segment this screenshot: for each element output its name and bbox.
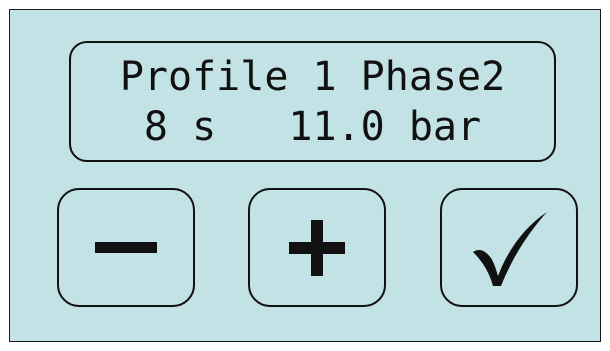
check-icon: [473, 211, 547, 286]
minus-icon: [95, 241, 157, 253]
increment-button[interactable]: [248, 188, 386, 307]
plus-icon: [289, 219, 345, 276]
confirm-button[interactable]: [440, 188, 578, 307]
display-line-profile-phase: Profile 1 Phase2: [119, 54, 506, 100]
device-panel: Profile 1 Phase2 8 s 11.0 bar: [9, 9, 601, 342]
lcd-display: Profile 1 Phase2 8 s 11.0 bar: [69, 41, 556, 162]
decrement-button[interactable]: [57, 188, 195, 307]
display-line-time-pressure: 8 s 11.0 bar: [143, 104, 482, 150]
